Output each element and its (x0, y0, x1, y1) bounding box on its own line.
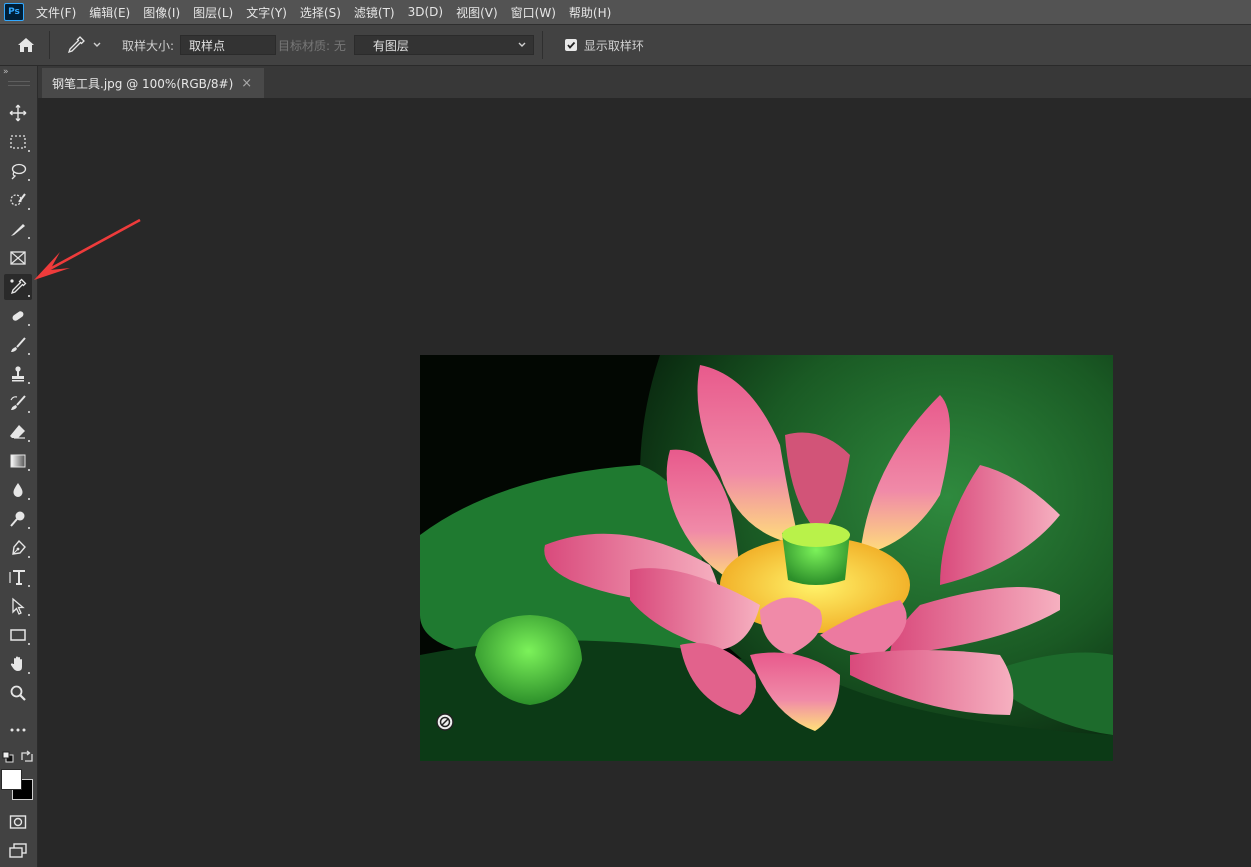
lasso-icon (11, 163, 27, 180)
menu-type[interactable]: 文字(Y) (246, 4, 287, 21)
default-colors-icon[interactable] (2, 751, 14, 763)
eraser-tool[interactable] (4, 419, 32, 445)
quick-select-icon (10, 193, 26, 206)
history-brush-icon (10, 395, 26, 410)
canvas-workspace[interactable] (38, 98, 1251, 867)
show-ring-label: 显示取样环 (583, 38, 644, 53)
eraser-icon (10, 425, 25, 439)
rectangle-icon (10, 629, 26, 641)
move-tool[interactable] (4, 100, 32, 126)
ellipsis-icon (10, 728, 26, 732)
menu-help[interactable]: 帮助(H) (569, 4, 611, 21)
separator (49, 31, 50, 59)
menu-file[interactable]: 文件(F) (36, 4, 76, 21)
more-tools[interactable] (4, 717, 32, 743)
chevron-down-icon (93, 42, 101, 47)
sample-layers-select[interactable]: 有图层 (353, 35, 534, 55)
pen-tool[interactable] (4, 535, 32, 561)
tools-panel: » (0, 66, 38, 867)
menu-layer[interactable]: 图层(L) (193, 4, 233, 21)
brush-icon (11, 337, 26, 352)
tool-preset-picker[interactable] (66, 35, 112, 55)
move-icon (9, 104, 27, 122)
bandage-icon (12, 311, 24, 321)
rectangular-marquee-icon (10, 135, 26, 149)
stamp-icon (12, 366, 24, 382)
type-icon (9, 570, 25, 585)
blur-tool[interactable] (4, 477, 32, 503)
options-bar: 取样大小: 取样点 目标材质: 无 有图层 显示取样环 (0, 24, 1251, 66)
quick-mask-tool[interactable] (4, 809, 32, 835)
gradient-tool[interactable] (4, 448, 32, 474)
menu-window[interactable]: 窗口(W) (511, 4, 556, 21)
document-image[interactable] (420, 355, 1113, 761)
frame-icon (10, 251, 26, 265)
drop-icon (13, 483, 23, 497)
document-tab-title: 钢笔工具.jpg @ 100%(RGB/8#) (52, 76, 234, 91)
menu-image[interactable]: 图像(I) (143, 4, 180, 21)
menu-3d[interactable]: 3D(D) (408, 5, 443, 19)
menu-select[interactable]: 选择(S) (300, 4, 341, 21)
quick-mask-icon (9, 815, 27, 829)
zoom-tool[interactable] (4, 680, 32, 706)
magnifier-icon (10, 685, 26, 701)
menu-view[interactable]: 视图(V) (456, 4, 498, 21)
hand-icon (10, 656, 22, 671)
eyedropper-icon (67, 36, 85, 54)
separator (541, 31, 543, 59)
sample-size-value: 取样点 (189, 38, 226, 53)
sample-layers-value: 有图层 (372, 38, 409, 53)
sample-size-label: 取样大小: (122, 38, 175, 53)
menu-edit[interactable]: 编辑(E) (89, 4, 130, 21)
marquee-tool[interactable] (4, 129, 32, 155)
close-tab-button[interactable]: × (241, 76, 252, 91)
swap-colors-icon[interactable] (20, 750, 33, 763)
gradient-icon (10, 454, 26, 468)
type-tool[interactable] (4, 564, 32, 590)
menu-filter[interactable]: 滤镜(T) (354, 4, 395, 21)
brush-tool[interactable] (4, 332, 32, 358)
collapse-toolbar-button[interactable]: » (3, 67, 9, 77)
pen-nib-icon (12, 539, 26, 555)
clone-stamp-tool[interactable] (4, 361, 32, 387)
dodge-icon (10, 511, 25, 527)
chevron-down-icon (518, 42, 526, 47)
show-ring-checkbox[interactable] (564, 39, 577, 51)
frame-tool[interactable] (4, 245, 32, 271)
menu-bar: Ps 文件(F) 编辑(E) 图像(I) 图层(L) 文字(Y) 选择(S) 滤… (0, 0, 1251, 24)
document-tab-bar: 钢笔工具.jpg @ 100%(RGB/8#) × (38, 66, 1251, 98)
document-tab[interactable]: 钢笔工具.jpg @ 100%(RGB/8#) × (42, 68, 264, 98)
crop-tool[interactable] (4, 216, 32, 242)
screen-mode-tool[interactable] (4, 838, 32, 864)
eyedropper-icon (10, 278, 27, 295)
quick-select-tool[interactable] (4, 187, 32, 213)
knife-icon (11, 224, 25, 236)
sample-target-label: 目标材质: 无 (278, 38, 346, 53)
path-select-tool[interactable] (4, 593, 32, 619)
annotation-arrow-head (34, 218, 141, 280)
toolbar-grip[interactable] (8, 81, 30, 86)
rectangle-tool[interactable] (4, 622, 32, 648)
lotus-photo (420, 355, 1113, 761)
foreground-color-swatch[interactable] (1, 769, 22, 790)
screen-mode-icon (9, 843, 27, 858)
check-icon (567, 41, 576, 49)
hand-tool[interactable] (4, 651, 32, 677)
history-brush-tool[interactable] (4, 390, 32, 416)
photoshop-logo: Ps (4, 3, 24, 21)
cursor-arrow-icon (12, 597, 25, 615)
healing-tool[interactable] (4, 303, 32, 329)
lasso-tool[interactable] (4, 158, 32, 184)
dodge-tool[interactable] (4, 506, 32, 532)
sample-size-select[interactable]: 取样点 (180, 35, 277, 55)
eyedropper-tool[interactable] (4, 274, 32, 300)
home-icon (18, 38, 34, 52)
home-button[interactable] (11, 30, 41, 60)
